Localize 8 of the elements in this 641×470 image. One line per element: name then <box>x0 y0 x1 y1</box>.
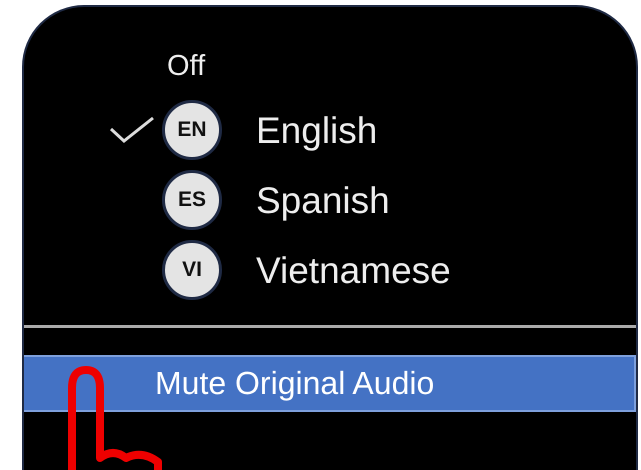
off-option[interactable]: Off <box>167 52 206 80</box>
language-option[interactable]: Vietnamese <box>256 252 451 288</box>
language-code-badge: ES <box>162 170 222 230</box>
language-code-badge: EN <box>162 100 222 160</box>
language-option[interactable]: English <box>256 112 378 148</box>
mute-original-audio-item[interactable]: Mute Original Audio <box>24 355 636 412</box>
language-code-badge: VI <box>162 240 222 300</box>
language-option[interactable]: Spanish <box>256 182 390 218</box>
